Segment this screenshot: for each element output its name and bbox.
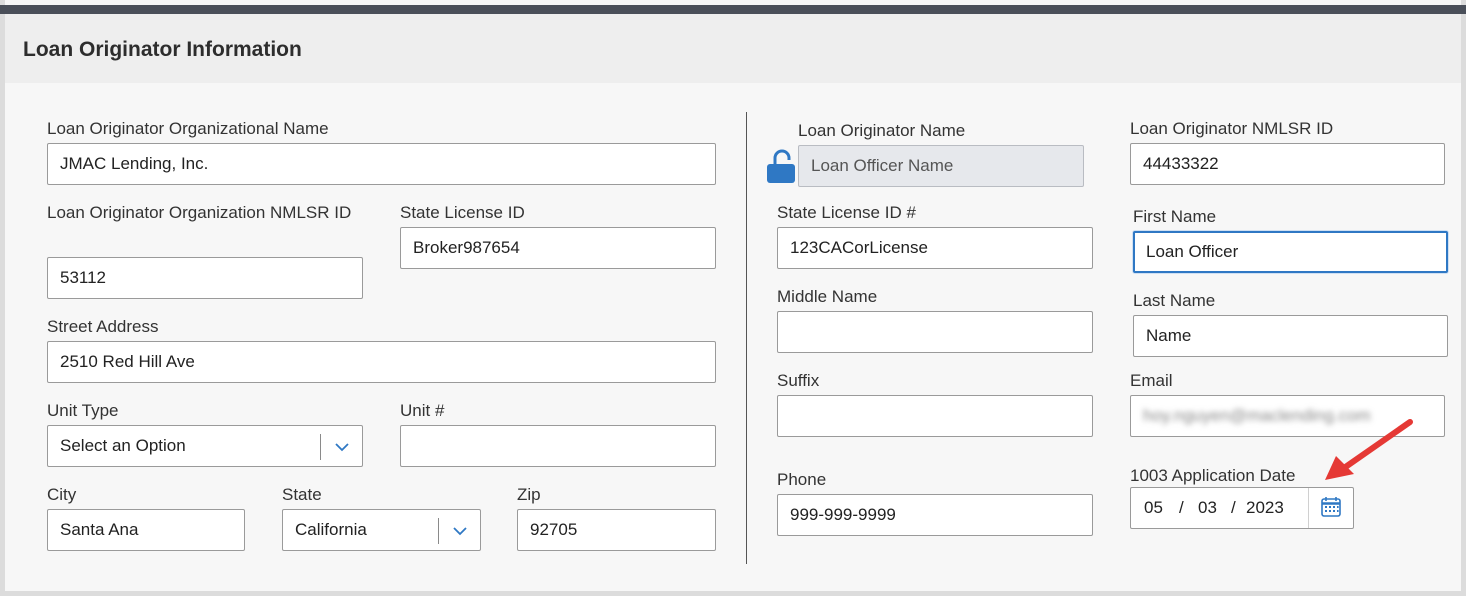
lo-name-input: Loan Officer Name	[798, 145, 1084, 187]
street-address-input[interactable]: 2510 Red Hill Ave	[47, 341, 716, 383]
lo-name-label: Loan Originator Name	[798, 121, 966, 140]
state-license-input[interactable]: Broker987654	[400, 227, 716, 269]
city-label: City	[47, 485, 77, 504]
first-name-input[interactable]: Loan Officer	[1133, 231, 1448, 273]
lo-state-license-input[interactable]: 123CACorLicense	[777, 227, 1093, 269]
last-name-label: Last Name	[1133, 291, 1216, 310]
unit-number-input[interactable]	[400, 425, 716, 467]
city-input[interactable]: Santa Ana	[47, 509, 245, 551]
application-date-input[interactable]: 05 / 03 / 2023	[1130, 487, 1354, 529]
last-name-input[interactable]: Name	[1133, 315, 1448, 357]
first-name-label: First Name	[1133, 207, 1217, 226]
annotation-arrow	[1325, 419, 1413, 480]
street-address-label: Street Address	[47, 317, 159, 336]
phone-input[interactable]: 999-999-9999	[777, 494, 1093, 536]
unit-type-select[interactable]: Select an Option	[47, 425, 363, 467]
column-divider	[746, 112, 747, 564]
email-label: Email	[1130, 371, 1173, 390]
select-separator	[438, 518, 439, 544]
suffix-input[interactable]	[777, 395, 1093, 437]
top-bar	[0, 5, 1466, 14]
date-month[interactable]: 05	[1144, 488, 1163, 528]
phone-label: Phone	[777, 470, 827, 489]
state-select[interactable]: California	[282, 509, 481, 551]
section-title: Loan Originator Information	[23, 38, 302, 61]
date-year[interactable]: 2023	[1246, 488, 1284, 528]
chevron-down-icon[interactable]	[329, 434, 355, 460]
calendar-button[interactable]	[1308, 488, 1353, 528]
middle-name-label: Middle Name	[777, 287, 878, 306]
chevron-down-icon[interactable]	[447, 518, 473, 544]
unit-number-label: Unit #	[400, 401, 445, 420]
zip-input[interactable]: 92705	[517, 509, 716, 551]
unlock-icon[interactable]	[766, 148, 796, 184]
section-header: Loan Originator Information	[5, 14, 1461, 83]
calendar-icon	[1321, 497, 1341, 517]
date-day[interactable]: 03	[1198, 488, 1217, 528]
state-label: State	[282, 485, 322, 504]
state-license-label: State License ID	[400, 203, 525, 222]
middle-name-input[interactable]	[777, 311, 1093, 353]
suffix-label: Suffix	[777, 371, 820, 390]
org-name-input[interactable]: JMAC Lending, Inc.	[47, 143, 716, 185]
org-nmlsr-label: Loan Originator Organization NMLSR ID	[47, 203, 352, 222]
lo-state-license-label: State License ID #	[777, 203, 916, 222]
lo-nmlsr-input[interactable]: 44433322	[1130, 143, 1445, 185]
lo-nmlsr-label: Loan Originator NMLSR ID	[1130, 119, 1334, 138]
org-name-label: Loan Originator Organizational Name	[47, 119, 329, 138]
unit-type-label: Unit Type	[47, 401, 119, 420]
date-separator: /	[1231, 498, 1236, 517]
select-separator	[320, 434, 321, 460]
date-separator: /	[1179, 498, 1184, 517]
zip-label: Zip	[517, 485, 541, 504]
org-nmlsr-input[interactable]: 53112	[47, 257, 363, 299]
